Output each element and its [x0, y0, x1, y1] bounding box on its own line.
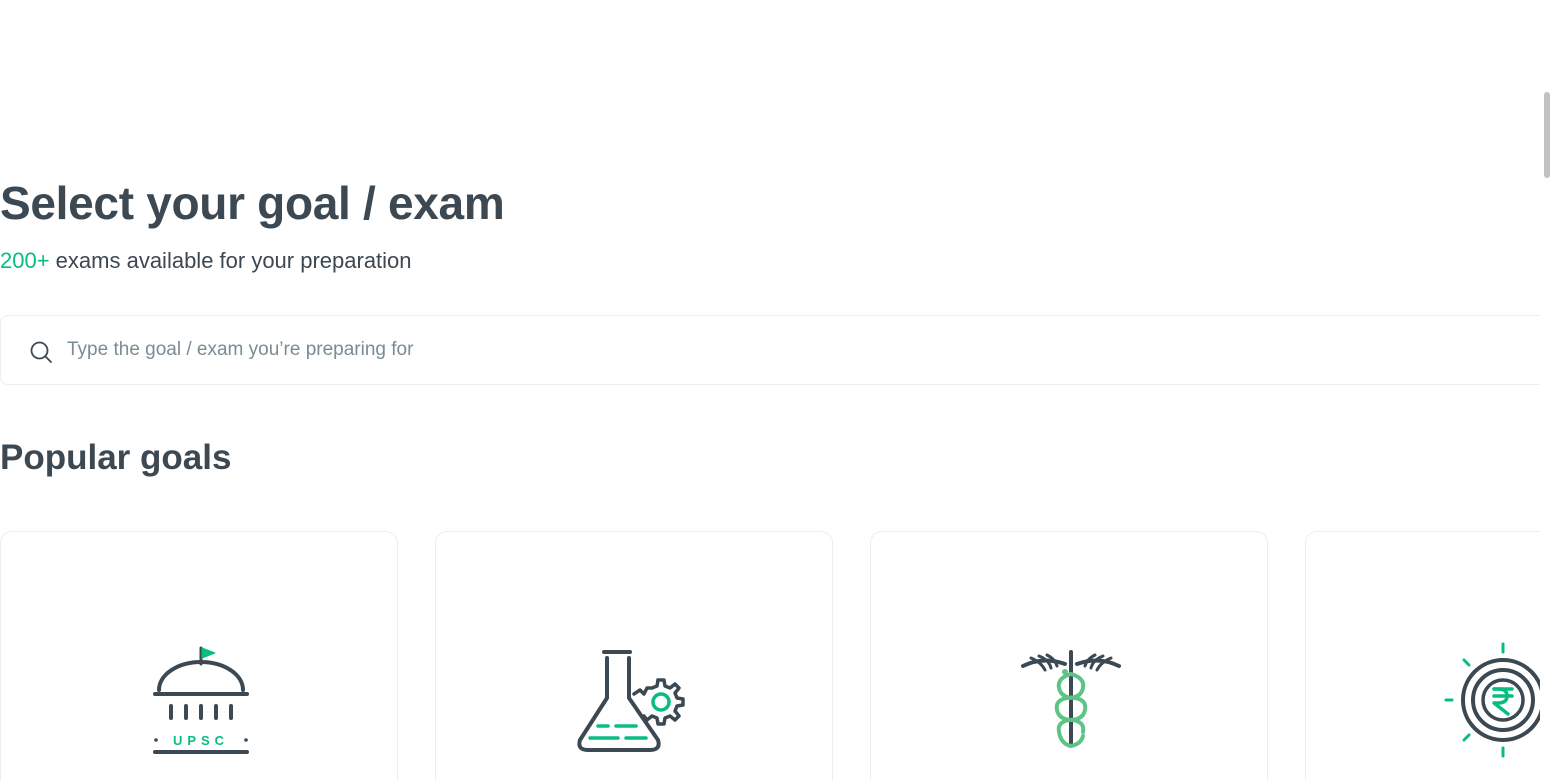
upsc-badge-text: UPSC	[173, 733, 229, 748]
exam-count: 200+	[0, 248, 50, 273]
page-title: Select your goal / exam	[0, 177, 505, 229]
main-content: Select your goal / exam 200+ exams avail…	[0, 0, 1540, 780]
rupee-coin-icon	[1444, 642, 1540, 758]
page: Select your goal / exam 200+ exams avail…	[0, 0, 1554, 780]
search-input[interactable]	[67, 332, 967, 368]
popular-goals-title: Popular goals	[0, 438, 232, 477]
scrollbar-thumb[interactable]	[1544, 92, 1550, 178]
subtitle-text: exams available for your preparation	[49, 248, 412, 273]
scrollbar[interactable]	[1540, 0, 1554, 780]
goal-card-engineering[interactable]	[435, 531, 833, 780]
goal-card-upsc[interactable]: UPSC	[0, 531, 398, 780]
upsc-building-icon: UPSC	[153, 646, 249, 754]
goal-card-medical[interactable]	[870, 531, 1268, 780]
search-box[interactable]	[0, 315, 1540, 385]
engineering-flask-gear-icon	[577, 650, 685, 752]
goal-card-finance[interactable]	[1305, 531, 1540, 780]
page-subtitle: 200+ exams available for your preparatio…	[0, 248, 412, 274]
medical-caduceus-icon	[1021, 650, 1121, 748]
search-icon	[30, 341, 52, 363]
